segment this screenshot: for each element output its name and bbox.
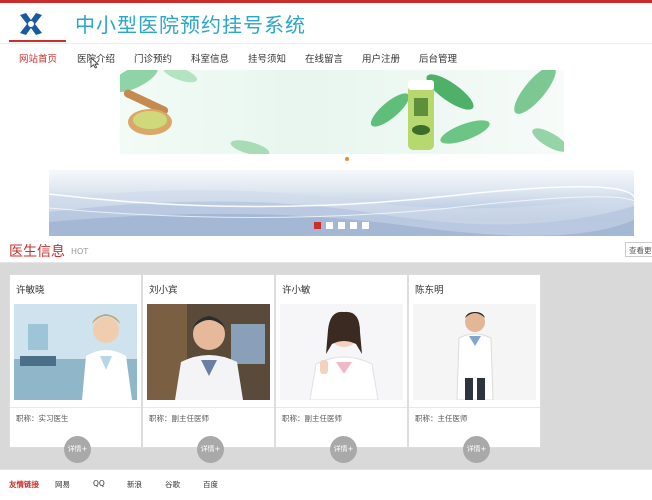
doctor-title: 职称：实习医生: [16, 414, 69, 423]
carousel-dot-3[interactable]: [338, 222, 345, 229]
card-divider: [143, 407, 274, 408]
card-divider: [409, 407, 540, 408]
doctor-detail-button[interactable]: 详情+: [64, 436, 91, 463]
hospital-cross-logo-icon[interactable]: [17, 10, 45, 38]
doctor-photo: [280, 304, 403, 400]
doctor-card[interactable]: 陈东明 职称：主任医师: [408, 274, 541, 448]
doctor-card[interactable]: 许敏晓 职称：实习医生: [9, 274, 142, 448]
card-divider: [276, 407, 407, 408]
doctor-photo: [413, 304, 536, 400]
nav-item-department-info[interactable]: 科室信息: [191, 51, 229, 65]
footer-link-google[interactable]: 谷歌: [165, 479, 180, 490]
nav-item-online-message[interactable]: 在线留言: [305, 51, 343, 65]
mouse-cursor-icon: [90, 57, 99, 69]
carousel-dot-4[interactable]: [350, 222, 357, 229]
banner-indicator-dot: [345, 157, 349, 161]
footer-link-sina[interactable]: 新浪: [127, 479, 142, 490]
doctor-title: 职称：副主任医师: [149, 414, 209, 423]
doctor-detail-button[interactable]: 详情+: [197, 436, 224, 463]
friend-links-footer: 友情链接 网易 QQ 新浪 谷歌 百度: [0, 469, 652, 500]
site-header: 中小型医院预约挂号系统: [0, 3, 652, 43]
footer-link-baidu[interactable]: 百度: [203, 479, 218, 490]
doctor-card[interactable]: 许小敏 职称：副主任医师: [275, 274, 408, 448]
nav-item-user-register[interactable]: 用户注册: [362, 51, 400, 65]
hot-badge: HOT: [71, 247, 89, 256]
doctor-title: 职称：副主任医师: [282, 414, 342, 423]
nav-active-underline: [9, 40, 66, 42]
view-more-button[interactable]: 查看更多: [625, 242, 652, 257]
site-title: 中小型医院预约挂号系统: [75, 13, 306, 37]
doctor-name: 许敏晓: [16, 285, 45, 296]
promo-banner-image[interactable]: [120, 70, 564, 154]
nav-item-admin[interactable]: 后台管理: [419, 51, 457, 65]
footer-link-qq[interactable]: QQ: [93, 479, 105, 488]
banner-leaves-illustration: [120, 70, 564, 154]
footer-link-netease[interactable]: 网易: [55, 479, 70, 490]
doctor-section-header: 医生信息 HOT 查看更多: [0, 239, 652, 263]
doctor-title: 职称：主任医师: [415, 414, 468, 423]
carousel-dot-1[interactable]: [314, 222, 321, 229]
doctor-name: 刘小宾: [149, 285, 178, 296]
doctor-detail-button[interactable]: 详情+: [463, 436, 490, 463]
doctor-card[interactable]: 刘小宾 职称：副主任医师: [142, 274, 275, 448]
doctor-photo: [14, 304, 137, 400]
doctor-name: 陈东明: [415, 285, 444, 296]
doctor-name: 许小敏: [282, 285, 311, 296]
card-divider: [10, 407, 141, 408]
doctor-photo: [147, 304, 270, 400]
nav-item-registration-notice[interactable]: 挂号须知: [248, 51, 286, 65]
nav-item-home[interactable]: 网站首页: [19, 51, 57, 65]
friend-links-label: 友情链接: [9, 480, 39, 489]
nav-item-outpatient-booking[interactable]: 门诊预约: [134, 51, 172, 65]
doctor-detail-button[interactable]: 详情+: [330, 436, 357, 463]
carousel-dot-5[interactable]: [362, 222, 369, 229]
doctor-section-title: 医生信息: [9, 244, 65, 260]
carousel-dot-2[interactable]: [326, 222, 333, 229]
